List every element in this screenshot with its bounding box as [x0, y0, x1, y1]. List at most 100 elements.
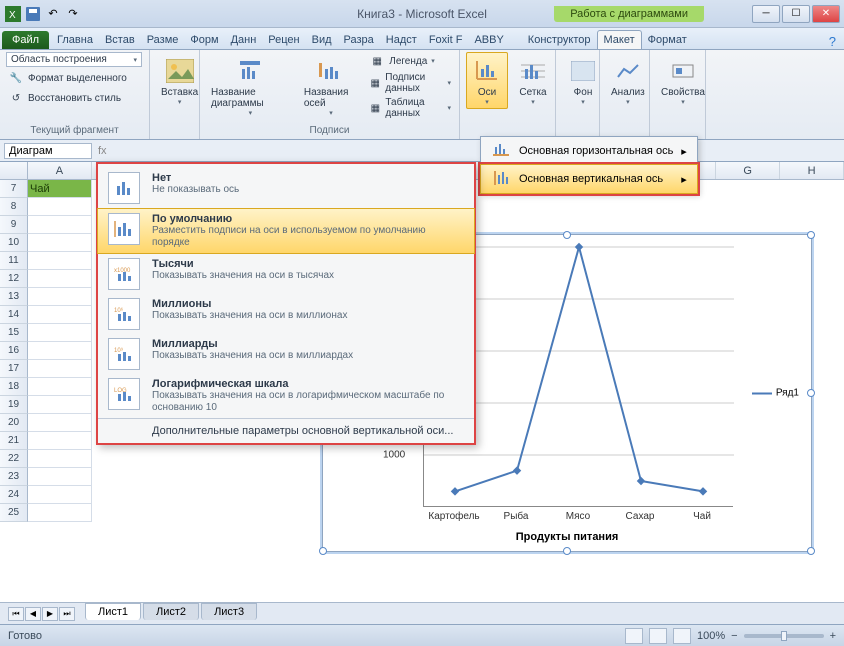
tab-addins[interactable]: Надст	[380, 31, 423, 49]
maximize-button[interactable]: ☐	[782, 5, 810, 23]
tab-view[interactable]: Вид	[306, 31, 338, 49]
format-selection-button[interactable]: 🔧Формат выделенного	[6, 69, 129, 87]
row-header[interactable]: 14	[0, 306, 28, 324]
sheet-tab-2[interactable]: Лист2	[143, 603, 199, 620]
cell[interactable]	[28, 288, 92, 306]
cell[interactable]	[28, 378, 92, 396]
save-icon[interactable]	[24, 5, 42, 23]
tab-nav-first[interactable]: ⏮	[8, 607, 24, 621]
data-table-button[interactable]: ▦Таблица данных ▾	[367, 96, 453, 120]
tab-nav-next[interactable]: ▶	[42, 607, 58, 621]
axis-option-thousands[interactable]: x1000 ТысячиПоказывать значения на оси в…	[98, 254, 474, 294]
row-header[interactable]: 18	[0, 378, 28, 396]
row-header[interactable]: 15	[0, 324, 28, 342]
cell[interactable]	[28, 360, 92, 378]
cell[interactable]	[28, 504, 92, 522]
row-header[interactable]: 25	[0, 504, 28, 522]
row-header[interactable]: 13	[0, 288, 28, 306]
view-pagebreak[interactable]	[673, 628, 691, 644]
legend-button[interactable]: ▦Легенда ▾	[367, 52, 453, 70]
tab-home[interactable]: Главна	[51, 31, 99, 49]
help-icon[interactable]: ?	[829, 34, 836, 49]
chart-element-selector[interactable]: Область построения▾	[6, 52, 142, 67]
row-header[interactable]: 21	[0, 432, 28, 450]
undo-icon[interactable]: ↶	[44, 5, 62, 23]
file-tab[interactable]: Файл	[2, 31, 49, 49]
analysis-button[interactable]: Анализ▾	[606, 52, 650, 109]
tab-nav-prev[interactable]: ◀	[25, 607, 41, 621]
axis-option-log[interactable]: LOG Логарифмическая шкалаПоказывать знач…	[98, 374, 474, 418]
tab-insert[interactable]: Встав	[99, 31, 141, 49]
sheet-tab-1[interactable]: Лист1	[85, 603, 141, 620]
row-header[interactable]: 24	[0, 486, 28, 504]
chart-legend[interactable]: Ряд1	[752, 388, 799, 399]
view-layout[interactable]	[649, 628, 667, 644]
cell[interactable]	[28, 432, 92, 450]
name-box[interactable]: Диаграм	[4, 143, 92, 159]
axis-titles-button[interactable]: Названия осей▾	[299, 52, 363, 120]
select-all-corner[interactable]	[0, 162, 28, 179]
cell[interactable]	[28, 396, 92, 414]
cell[interactable]	[28, 324, 92, 342]
row-header[interactable]: 22	[0, 450, 28, 468]
sheet-tab-3[interactable]: Лист3	[201, 603, 257, 620]
tab-layout[interactable]: Макет	[597, 30, 642, 49]
tab-formulas[interactable]: Форм	[184, 31, 224, 49]
cell[interactable]	[28, 198, 92, 216]
axis-option-millions[interactable]: 10⁶ МиллионыПоказывать значения на оси в…	[98, 294, 474, 334]
properties-button[interactable]: Свойства▾	[656, 52, 710, 109]
zoom-slider[interactable]	[744, 634, 824, 638]
row-header[interactable]: 17	[0, 360, 28, 378]
background-button[interactable]: Фон▾	[562, 52, 604, 109]
cell[interactable]	[28, 486, 92, 504]
cell[interactable]: Чай	[28, 180, 92, 198]
x-axis-title[interactable]: Продукты питания	[516, 531, 619, 543]
zoom-in[interactable]: +	[830, 630, 836, 642]
cell[interactable]	[28, 306, 92, 324]
redo-icon[interactable]: ↷	[64, 5, 82, 23]
row-header[interactable]: 8	[0, 198, 28, 216]
axis-option-billions[interactable]: 10⁹ МиллиардыПоказывать значения на оси …	[98, 334, 474, 374]
col-header[interactable]: A	[28, 162, 92, 179]
row-header[interactable]: 23	[0, 468, 28, 486]
cell[interactable]	[28, 252, 92, 270]
tab-nav-last[interactable]: ⏭	[59, 607, 75, 621]
gridlines-button[interactable]: Сетка▾	[512, 52, 554, 109]
tab-format[interactable]: Формат	[642, 31, 693, 49]
row-header[interactable]: 10	[0, 234, 28, 252]
insert-button[interactable]: Вставка▾	[156, 52, 203, 109]
data-labels-button[interactable]: ▦Подписи данных ▾	[367, 71, 453, 95]
more-axis-options[interactable]: Дополнительные параметры основной вертик…	[98, 418, 474, 439]
cell[interactable]	[28, 216, 92, 234]
row-header[interactable]: 11	[0, 252, 28, 270]
row-header[interactable]: 16	[0, 342, 28, 360]
cell[interactable]	[28, 270, 92, 288]
row-header[interactable]: 12	[0, 270, 28, 288]
tab-abby[interactable]: ABBY	[468, 31, 509, 49]
tab-foxit[interactable]: Foxit F	[423, 31, 469, 49]
view-normal[interactable]	[625, 628, 643, 644]
col-header[interactable]: H	[780, 162, 844, 179]
col-header[interactable]: G	[716, 162, 780, 179]
cell[interactable]	[28, 414, 92, 432]
vertical-axis-item[interactable]: Основная вертикальная ось ▸	[480, 164, 698, 194]
row-header[interactable]: 7	[0, 180, 28, 198]
row-header[interactable]: 9	[0, 216, 28, 234]
tab-design[interactable]: Конструктор	[522, 31, 597, 49]
cell[interactable]	[28, 450, 92, 468]
cell[interactable]	[28, 468, 92, 486]
cell[interactable]	[28, 234, 92, 252]
close-button[interactable]: ✕	[812, 5, 840, 23]
row-header[interactable]: 19	[0, 396, 28, 414]
horizontal-axis-item[interactable]: Основная горизонтальная ось ▸	[481, 137, 697, 165]
chart-title-button[interactable]: Название диаграммы▾	[206, 52, 295, 120]
tab-pagelayout[interactable]: Разме	[141, 31, 185, 49]
cell[interactable]	[28, 342, 92, 360]
axis-option-none[interactable]: НетНе показывать ось	[98, 168, 474, 208]
zoom-out[interactable]: −	[731, 630, 737, 642]
row-header[interactable]: 20	[0, 414, 28, 432]
reset-style-button[interactable]: ↺Восстановить стиль	[6, 89, 123, 107]
axis-option-default[interactable]: По умолчаниюРазместить подписи на оси в …	[97, 208, 475, 254]
tab-developer[interactable]: Разра	[338, 31, 380, 49]
tab-data[interactable]: Данн	[225, 31, 263, 49]
